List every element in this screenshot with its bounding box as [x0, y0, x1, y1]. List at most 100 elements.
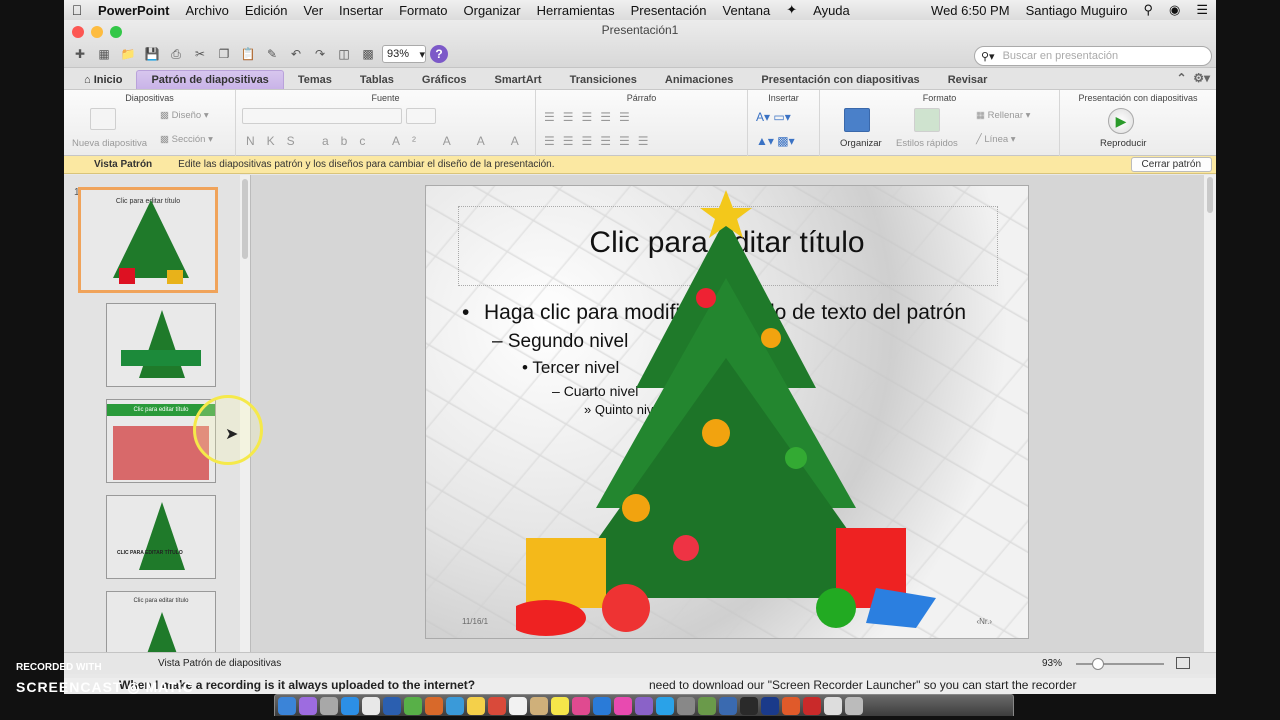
- facetime-icon[interactable]: [593, 696, 611, 715]
- steam-icon[interactable]: [719, 696, 737, 715]
- save-icon[interactable]: 💾: [142, 44, 162, 64]
- zoom-slider[interactable]: [1076, 658, 1164, 670]
- list-buttons[interactable]: ☰☰☰☰☰: [544, 110, 638, 124]
- arrange-button[interactable]: Organizar: [840, 138, 882, 149]
- section-button[interactable]: ▩ Sección ▾: [160, 134, 213, 145]
- notes-icon[interactable]: [551, 696, 569, 715]
- font-size-field[interactable]: [406, 108, 436, 124]
- insert-text-icon[interactable]: A▾ ▭▾: [756, 110, 791, 124]
- scroll-thumb[interactable]: [242, 179, 248, 259]
- master-slide[interactable]: Clic para editar título Haga clic para m…: [425, 185, 1029, 639]
- powerpoint-icon[interactable]: [425, 696, 443, 715]
- chrome-icon[interactable]: [362, 696, 380, 715]
- thumbnail-master[interactable]: Clic para editar título: [78, 187, 218, 293]
- app-icon-1[interactable]: [488, 696, 506, 715]
- help-icon[interactable]: ?: [430, 45, 448, 63]
- safari-icon[interactable]: [341, 696, 359, 715]
- tab-revisar[interactable]: Revisar: [934, 70, 1002, 89]
- tab-tablas[interactable]: Tablas: [346, 70, 408, 89]
- menu-ventana[interactable]: Ventana: [715, 3, 779, 18]
- script-icon[interactable]: ✦: [778, 2, 805, 18]
- redo-icon[interactable]: ↷: [310, 44, 330, 64]
- gallery-icon[interactable]: ▩: [358, 44, 378, 64]
- tab-patron-diapositivas[interactable]: Patrón de diapositivas: [136, 70, 284, 89]
- menu-presentacion[interactable]: Presentación: [623, 3, 715, 18]
- contacts-icon[interactable]: [530, 696, 548, 715]
- mail-icon[interactable]: [446, 696, 464, 715]
- print-icon[interactable]: ⎙: [166, 44, 186, 64]
- zoom-slider-knob[interactable]: [1092, 658, 1104, 670]
- tab-smartart[interactable]: SmartArt: [481, 70, 556, 89]
- launchpad-icon[interactable]: [320, 696, 338, 715]
- menu-herramientas[interactable]: Herramientas: [529, 3, 623, 18]
- cut-icon[interactable]: ✂: [190, 44, 210, 64]
- menu-organizar[interactable]: Organizar: [456, 3, 529, 18]
- app-icon-2[interactable]: [698, 696, 716, 715]
- menu-edicion[interactable]: Edición: [237, 3, 296, 18]
- calendar-icon[interactable]: [509, 696, 527, 715]
- menu-formato[interactable]: Formato: [391, 3, 455, 18]
- tab-graficos[interactable]: Gráficos: [408, 70, 481, 89]
- line-button[interactable]: ╱ Línea ▾: [976, 134, 1016, 145]
- search-field[interactable]: ⚲▾ Buscar en presentación: [974, 46, 1212, 66]
- notification-icon[interactable]: ☰: [1188, 2, 1216, 18]
- siri-dock-icon[interactable]: [299, 696, 317, 715]
- trash-icon[interactable]: [845, 696, 863, 715]
- quick-styles-icon[interactable]: [914, 108, 940, 132]
- photos-icon[interactable]: [572, 696, 590, 715]
- format-painter-icon[interactable]: ✎: [262, 44, 282, 64]
- insert-shape-icon[interactable]: ▲▾ ▩▾: [756, 134, 795, 148]
- fit-window-icon[interactable]: [1176, 657, 1190, 669]
- align-buttons[interactable]: ☰☰☰☰☰☰: [544, 134, 657, 148]
- paste-icon[interactable]: 📋: [238, 44, 258, 64]
- sidebar-icon[interactable]: ◫: [334, 44, 354, 64]
- zoom-select[interactable]: 93% ▾: [382, 45, 426, 63]
- tab-inicio[interactable]: ⌂ Inicio: [70, 70, 136, 89]
- new-slide-icon[interactable]: [90, 108, 116, 130]
- ibooks-icon[interactable]: [635, 696, 653, 715]
- template-icon[interactable]: ▦: [94, 44, 114, 64]
- clock[interactable]: Wed 6:50 PM: [923, 3, 1018, 18]
- menu-archivo[interactable]: Archivo: [178, 3, 237, 18]
- tab-presentacion[interactable]: Presentación con diapositivas: [747, 70, 933, 89]
- word-icon[interactable]: [383, 696, 401, 715]
- itunes-icon[interactable]: [614, 696, 632, 715]
- excel-icon[interactable]: [404, 696, 422, 715]
- font-name-field[interactable]: [242, 108, 402, 124]
- app-icon-3[interactable]: [761, 696, 779, 715]
- play-button[interactable]: Reproducir: [1100, 138, 1146, 149]
- ribbon-collapse-icon[interactable]: ⌃ ⚙▾: [1176, 71, 1210, 85]
- scroll-thumb[interactable]: [1207, 177, 1213, 213]
- play-icon[interactable]: ▶: [1108, 108, 1134, 134]
- arrange-icon[interactable]: [844, 108, 870, 132]
- app-icon-4[interactable]: [782, 696, 800, 715]
- spotlight-icon[interactable]: ⚲: [1135, 2, 1161, 18]
- tab-animaciones[interactable]: Animaciones: [651, 70, 747, 89]
- thumbnail-layout-3[interactable]: CLIC PARA EDITAR TÍTULO: [106, 495, 216, 579]
- menu-insertar[interactable]: Insertar: [331, 3, 391, 18]
- layout-button[interactable]: ▩ Diseño ▾: [160, 110, 209, 121]
- fill-button[interactable]: ▦ Rellenar ▾: [976, 110, 1030, 121]
- terminal-icon[interactable]: [740, 696, 758, 715]
- close-master-button[interactable]: Cerrar patrón: [1130, 157, 1212, 172]
- tab-temas[interactable]: Temas: [284, 70, 346, 89]
- quick-styles-button[interactable]: Estilos rápidos: [896, 138, 958, 149]
- thumbnail-layout-4[interactable]: Clic para editar título: [106, 591, 216, 652]
- app-icon-5[interactable]: [803, 696, 821, 715]
- siri-icon[interactable]: ◉: [1161, 2, 1188, 18]
- tab-transiciones[interactable]: Transiciones: [556, 70, 651, 89]
- appstore-icon[interactable]: [656, 696, 674, 715]
- new-slide-button[interactable]: Nueva diapositiva: [72, 138, 147, 149]
- menu-app-name[interactable]: PowerPoint: [90, 3, 178, 18]
- new-icon[interactable]: ✚: [70, 44, 90, 64]
- font-format-buttons[interactable]: NKS abc A² A A A: [246, 134, 531, 148]
- undo-icon[interactable]: ↶: [286, 44, 306, 64]
- slide-scrollbar[interactable]: [1204, 175, 1216, 652]
- menu-ayuda[interactable]: Ayuda: [805, 3, 858, 18]
- downloads-icon[interactable]: [824, 696, 842, 715]
- date-placeholder[interactable]: 11/16/1: [462, 617, 488, 626]
- drive-icon[interactable]: [467, 696, 485, 715]
- apple-icon[interactable]: : [64, 2, 90, 18]
- thumbnail-layout-1[interactable]: [106, 303, 216, 387]
- prefs-icon[interactable]: [677, 696, 695, 715]
